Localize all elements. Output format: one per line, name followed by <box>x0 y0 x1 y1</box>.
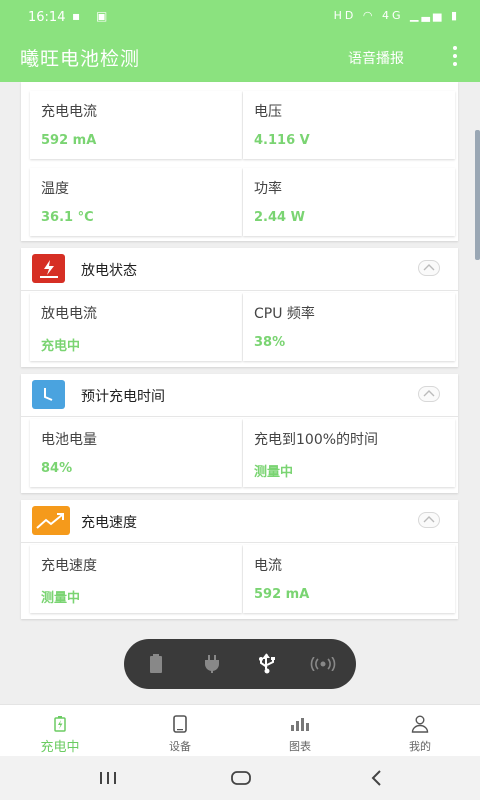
discharge-current-cell: 放电电流 充电中 <box>30 293 242 361</box>
battery-icon[interactable] <box>141 649 171 679</box>
wireless-icon[interactable] <box>308 649 338 679</box>
card-title: 预计充电时间 <box>81 389 165 405</box>
cell-label: 电压 <box>254 104 282 120</box>
scrollbar-thumb[interactable] <box>475 130 480 260</box>
nav-label: 充电中 <box>40 740 80 755</box>
status-bar: 16:14 ▪ ▣ HD ◠ 4G ▁▃▅ ▮ <box>0 0 480 34</box>
app-bar: 曦旺电池检测 语音播报 <box>0 34 480 82</box>
charge-current-cell: 充电电流 592 mA <box>30 91 242 159</box>
battery-status-icon: ▮ <box>450 9 460 22</box>
estimated-charge-time-card: 预计充电时间 电池电量 84% 充电到100%的时间 测量中 <box>21 374 458 493</box>
discharge-status-card: 放电状态 放电电流 充电中 CPU 频率 38% <box>21 248 458 367</box>
cell-label: CPU 频率 <box>254 306 315 322</box>
charging-speed-cell: 充电速度 测量中 <box>30 545 242 613</box>
cell-label: 电池电量 <box>41 432 97 448</box>
charging-speed-card: 充电速度 充电速度 测量中 电流 592 mA <box>21 500 458 619</box>
signal-icon: ▁▃▅ <box>410 9 445 22</box>
charge-mode-bar <box>124 639 356 689</box>
nav-label: 我的 <box>409 740 431 753</box>
collapse-chevron-icon[interactable] <box>418 386 440 402</box>
nav-label: 图表 <box>289 740 311 753</box>
battery-charging-icon <box>0 713 120 735</box>
plug-icon[interactable] <box>197 649 227 679</box>
cell-value: 84% <box>41 461 73 476</box>
cpu-frequency-cell: CPU 频率 38% <box>243 293 455 361</box>
home-icon[interactable] <box>228 766 254 790</box>
cell-value: 测量中 <box>254 465 294 480</box>
cell-value: 4.116 V <box>254 133 310 148</box>
nav-item-device[interactable]: 设备 <box>120 705 240 757</box>
signal-label: 4G <box>382 9 404 22</box>
nav-item-chart[interactable]: 图表 <box>240 705 360 757</box>
status-time: 16:14 <box>28 10 66 25</box>
cell-label: 放电电流 <box>41 306 97 322</box>
back-icon[interactable] <box>366 766 386 790</box>
app-title: 曦旺电池检测 <box>20 48 141 70</box>
time-to-full-cell: 充电到100%的时间 测量中 <box>243 419 455 487</box>
cell-label: 功率 <box>254 181 282 197</box>
current-cell: 电流 592 mA <box>243 545 455 613</box>
cell-label: 温度 <box>41 181 69 197</box>
phone-icon <box>120 713 240 735</box>
voltage-cell: 电压 4.116 V <box>243 91 455 159</box>
cell-value: 充电中 <box>41 339 81 354</box>
cell-value: 592 mA <box>41 133 97 148</box>
card-title: 充电速度 <box>81 515 137 531</box>
recent-apps-icon[interactable] <box>96 766 120 790</box>
collapse-chevron-icon[interactable] <box>418 260 440 276</box>
cell-label: 电流 <box>254 558 282 574</box>
cell-value: 38% <box>254 335 286 350</box>
battery-info-card: 充电电流 592 mA 电压 4.116 V 温度 36.1 °C 功率 2.4… <box>21 82 458 241</box>
card-header[interactable]: 充电速度 <box>21 500 458 543</box>
voice-broadcast-button[interactable]: 语音播报 <box>348 48 404 68</box>
nav-item-charging[interactable]: 充电中 <box>0 705 120 757</box>
card-title: 放电状态 <box>81 263 137 279</box>
lightning-icon <box>32 254 65 283</box>
cell-value: 2.44 W <box>254 210 305 225</box>
bar-chart-icon <box>240 713 360 735</box>
collapse-chevron-icon[interactable] <box>418 512 440 528</box>
temperature-cell: 温度 36.1 °C <box>30 168 242 236</box>
cell-label: 充电电流 <box>41 104 97 120</box>
nav-item-profile[interactable]: 我的 <box>360 705 480 757</box>
person-icon <box>360 713 480 735</box>
wifi-icon: ◠ <box>362 9 376 22</box>
usb-icon[interactable] <box>252 649 282 679</box>
more-options-icon[interactable] <box>446 42 464 72</box>
cell-value: 36.1 °C <box>41 210 94 225</box>
cell-value: 592 mA <box>254 587 310 602</box>
card-header[interactable]: 预计充电时间 <box>21 374 458 417</box>
status-indicators: HD ◠ 4G ▁▃▅ ▮ <box>334 9 460 22</box>
notification-icons: ▪ ▣ <box>72 9 114 23</box>
card-header[interactable]: 放电状态 <box>21 248 458 291</box>
cell-label: 充电到100%的时间 <box>254 432 379 448</box>
cell-label: 充电速度 <box>41 558 97 574</box>
nav-label: 设备 <box>169 740 191 753</box>
bottom-navigation: 充电中 设备 图表 我的 <box>0 704 480 757</box>
battery-level-cell: 电池电量 84% <box>30 419 242 487</box>
hd-label: HD <box>333 9 357 22</box>
clock-icon <box>32 380 65 409</box>
system-navigation-bar <box>0 756 480 800</box>
power-cell: 功率 2.44 W <box>243 168 455 236</box>
trend-up-icon <box>32 506 70 535</box>
cell-value: 测量中 <box>41 591 81 606</box>
